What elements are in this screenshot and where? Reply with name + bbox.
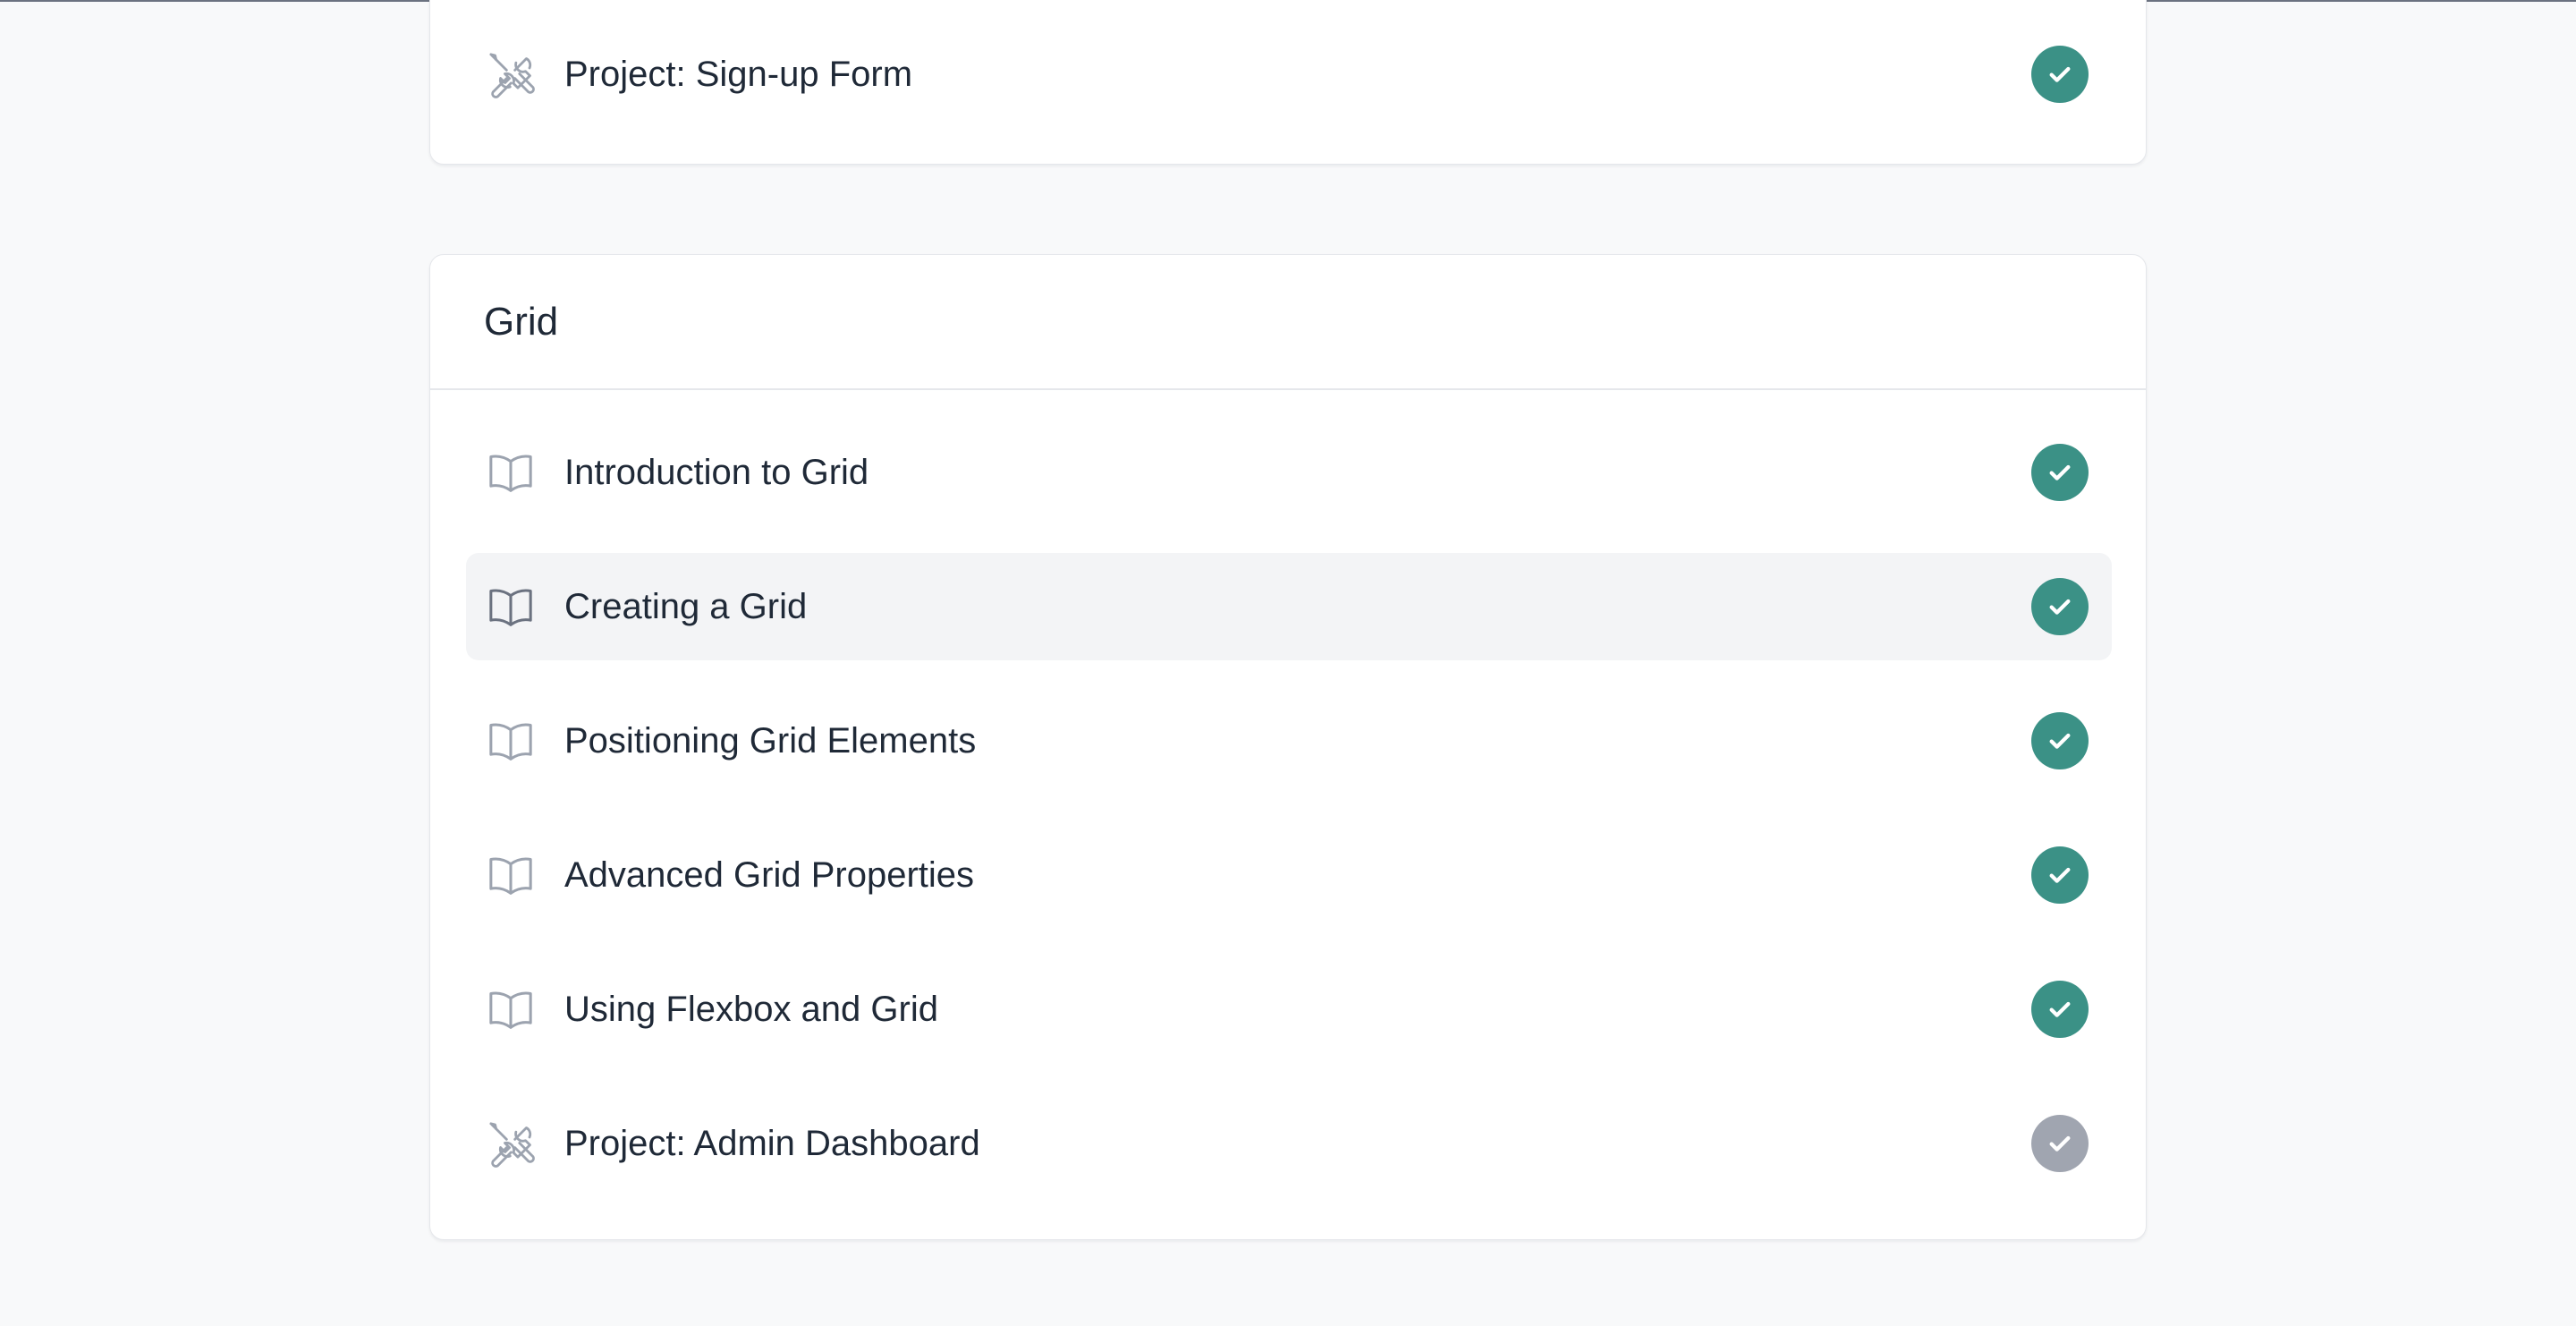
lesson-row-positioning-grid-elements[interactable]: Positioning Grid Elements bbox=[466, 687, 2112, 795]
checkmark-icon bbox=[2049, 1135, 2071, 1152]
lesson-row-advanced-grid-properties[interactable]: Advanced Grid Properties bbox=[466, 821, 2112, 929]
lesson-row-project-admin-dashboard[interactable]: Project: Admin Dashboard bbox=[466, 1090, 2112, 1197]
book-icon bbox=[484, 848, 538, 902]
lesson-row-project-signup-form[interactable]: Project: Sign-up Form bbox=[466, 21, 2112, 128]
checkmark-icon bbox=[2049, 66, 2071, 82]
status-complete-badge bbox=[2031, 46, 2089, 103]
book-icon bbox=[484, 580, 538, 633]
status-complete-badge bbox=[2031, 578, 2089, 635]
status-complete-badge bbox=[2031, 981, 2089, 1038]
status-complete-badge bbox=[2031, 712, 2089, 769]
section-card-grid: Grid Introduction to Grid Creating a Gri… bbox=[429, 254, 2147, 1240]
book-icon bbox=[484, 714, 538, 768]
checkmark-icon bbox=[2049, 867, 2071, 883]
lesson-row-introduction-to-grid[interactable]: Introduction to Grid bbox=[466, 419, 2112, 526]
checkmark-icon bbox=[2049, 733, 2071, 749]
lesson-title: Project: Admin Dashboard bbox=[564, 1123, 980, 1163]
status-incomplete-badge bbox=[2031, 1115, 2089, 1172]
lesson-title: Creating a Grid bbox=[564, 586, 808, 626]
status-complete-badge bbox=[2031, 444, 2089, 501]
lesson-title: Using Flexbox and Grid bbox=[564, 989, 938, 1029]
tools-icon bbox=[484, 1117, 538, 1170]
book-icon bbox=[484, 446, 538, 499]
lesson-row-using-flexbox-and-grid[interactable]: Using Flexbox and Grid bbox=[466, 956, 2112, 1063]
book-icon bbox=[484, 982, 538, 1036]
lesson-row-creating-a-grid[interactable]: Creating a Grid bbox=[466, 553, 2112, 660]
lesson-card-previous: Project: Sign-up Form bbox=[429, 0, 2147, 165]
lesson-title: Advanced Grid Properties bbox=[564, 854, 975, 895]
tools-icon bbox=[484, 47, 538, 101]
lesson-title: Project: Sign-up Form bbox=[564, 54, 913, 94]
checkmark-icon bbox=[2049, 1001, 2071, 1017]
checkmark-icon bbox=[2049, 599, 2071, 615]
checkmark-icon bbox=[2049, 464, 2071, 480]
status-complete-badge bbox=[2031, 846, 2089, 904]
lesson-title: Introduction to Grid bbox=[564, 452, 869, 492]
section-header: Grid bbox=[430, 255, 2146, 390]
section-title: Grid bbox=[484, 299, 559, 344]
lesson-title: Positioning Grid Elements bbox=[564, 720, 977, 761]
